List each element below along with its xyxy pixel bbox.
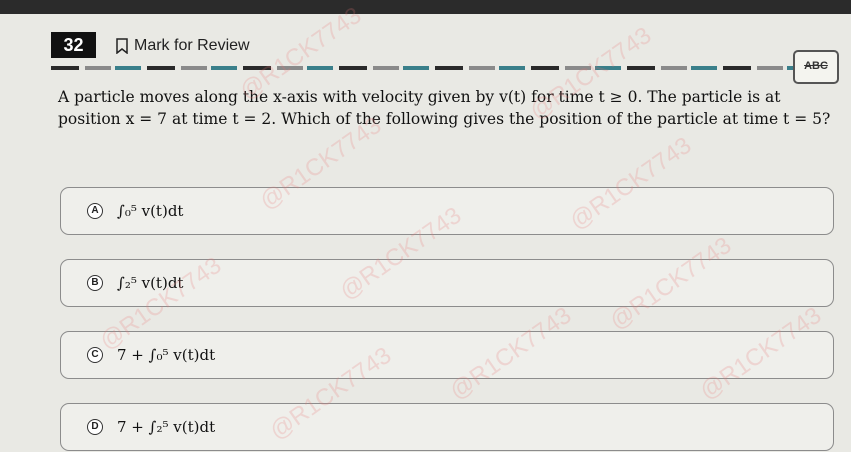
- mark-for-review-button[interactable]: Mark for Review: [116, 34, 250, 58]
- choice-letter-d: D: [87, 419, 103, 435]
- mark-for-review-label: Mark for Review: [134, 37, 250, 54]
- answer-choice-a[interactable]: A ∫₀⁵ v(t)dt: [60, 187, 834, 235]
- choice-text-b: ∫₂⁵ v(t)dt: [117, 274, 184, 292]
- question-text: A particle moves along the x-axis with v…: [58, 88, 831, 128]
- bookmark-icon: [116, 38, 128, 54]
- choice-text-d: 7 + ∫₂⁵ v(t)dt: [117, 418, 216, 436]
- choice-letter-b: B: [87, 275, 103, 291]
- choice-letter-a: A: [87, 203, 103, 219]
- top-bar: [0, 0, 851, 14]
- header-divider: [51, 66, 811, 70]
- choice-text-a: ∫₀⁵ v(t)dt: [117, 202, 184, 220]
- answer-choice-b[interactable]: B ∫₂⁵ v(t)dt: [60, 259, 834, 307]
- choice-text-c: 7 + ∫₀⁵ v(t)dt: [117, 346, 216, 364]
- choice-letter-c: C: [87, 347, 103, 363]
- question-header: 32 Mark for Review ABC: [0, 14, 851, 84]
- answer-choice-d[interactable]: D 7 + ∫₂⁵ v(t)dt: [60, 403, 834, 451]
- question-number: 32: [51, 32, 96, 58]
- eliminator-abc-button[interactable]: ABC: [793, 50, 839, 84]
- answer-choice-c[interactable]: C 7 + ∫₀⁵ v(t)dt: [60, 331, 834, 379]
